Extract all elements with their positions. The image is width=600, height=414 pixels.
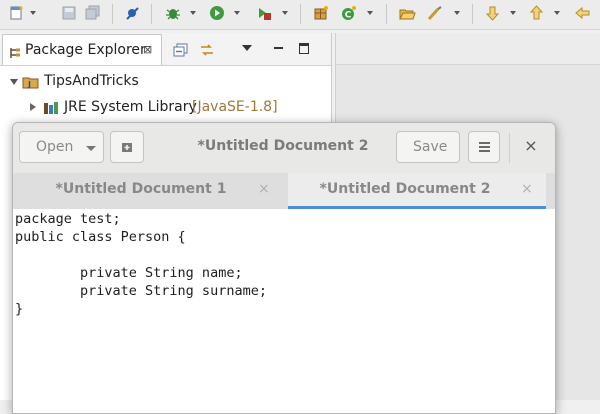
chevron-down-icon[interactable] [234, 11, 240, 15]
skip-breakpoints-icon[interactable] [124, 5, 142, 21]
svg-text:J: J [27, 80, 31, 89]
document-tabbar: *Untitled Document 1 × *Untitled Documen… [13, 173, 555, 210]
java-project-icon: J [22, 74, 40, 94]
previous-annotation-icon[interactable] [528, 5, 546, 21]
close-icon[interactable]: ⊠ [143, 43, 152, 56]
eclipse-toolbar: C [0, 0, 600, 30]
collapsed-twisty-icon[interactable] [30, 103, 36, 111]
close-tab-icon[interactable]: × [258, 181, 270, 197]
minimize-icon[interactable] [274, 47, 283, 49]
chevron-down-icon[interactable] [30, 11, 36, 15]
expand-twisty-icon[interactable] [10, 79, 18, 85]
editor-tabbar [336, 33, 600, 65]
toolbar-separator [472, 4, 473, 24]
chevron-down-icon[interactable] [510, 11, 516, 15]
window-title: *Untitled Document 2 [197, 138, 369, 154]
package-explorer-icon [9, 44, 21, 63]
tab-package-explorer[interactable]: Package Explorer ⊠ [2, 34, 162, 65]
header-separator [509, 133, 510, 163]
tab-document-1[interactable]: *Untitled Document 1 × [13, 173, 285, 209]
toolbar-separator [112, 4, 113, 24]
save-label: Save [413, 139, 448, 155]
tab-label: *Untitled Document 1 [55, 181, 227, 197]
run-icon[interactable] [208, 5, 226, 21]
new-java-package-icon[interactable] [312, 5, 330, 21]
new-tab-button[interactable] [110, 131, 144, 163]
gedit-window: Open *Untitled Document 2 Save × *Untitl… [12, 122, 556, 414]
chevron-down-icon[interactable] [367, 11, 373, 15]
hamburger-icon [479, 142, 490, 152]
close-window-icon[interactable]: × [521, 136, 541, 156]
chevron-down-icon[interactable] [554, 11, 560, 15]
library-icon [42, 100, 60, 120]
open-type-icon[interactable] [398, 5, 416, 21]
new-document-icon [120, 140, 134, 158]
new-wizard-icon[interactable] [8, 5, 26, 21]
package-explorer-tabbar: Package Explorer ⊠ [0, 33, 331, 66]
maximize-icon[interactable] [299, 43, 309, 54]
external-tools-icon[interactable] [254, 5, 272, 21]
debug-icon[interactable] [164, 5, 182, 21]
save-icon[interactable] [60, 5, 78, 21]
next-annotation-icon[interactable] [484, 5, 502, 21]
chevron-down-icon[interactable] [454, 11, 460, 15]
chevron-down-icon[interactable] [282, 11, 288, 15]
text-editor[interactable]: package test; public class Person { priv… [13, 209, 555, 413]
code-line: } [15, 301, 24, 317]
code-line: private String name; [15, 265, 243, 281]
tab-label: *Untitled Document 2 [319, 181, 491, 197]
toolbar-separator [386, 4, 387, 24]
tab-document-2[interactable]: *Untitled Document 2 × [288, 173, 546, 209]
new-class-icon[interactable]: C [340, 5, 358, 21]
back-icon[interactable] [574, 5, 592, 21]
svg-text:C: C [345, 11, 352, 21]
open-button[interactable]: Open [19, 131, 104, 163]
code-line: private String surname; [15, 283, 267, 299]
code-line: public class Person { [15, 229, 186, 245]
chevron-down-icon[interactable] [190, 11, 196, 15]
collapse-all-icon[interactable] [173, 42, 189, 57]
chevron-down-icon [86, 146, 96, 151]
link-with-editor-icon[interactable] [199, 42, 215, 56]
search-icon[interactable] [426, 5, 444, 21]
save-button[interactable]: Save [396, 131, 460, 163]
view-menu-icon[interactable] [242, 45, 252, 51]
open-label: Open [36, 139, 74, 155]
tab-label: Package Explorer [25, 42, 146, 58]
toolbar-separator [300, 4, 301, 24]
toolbar-separator [151, 4, 152, 24]
project-name: TipsAndTricks [44, 73, 139, 89]
hamburger-menu-button[interactable] [468, 131, 500, 163]
header-bar: Open *Untitled Document 2 Save × [13, 123, 555, 174]
code-line: package test; [15, 211, 121, 227]
close-tab-icon[interactable]: × [521, 181, 533, 197]
library-name: JRE System Library [64, 99, 197, 115]
library-version: [JavaSE-1.8] [192, 99, 278, 115]
save-all-icon[interactable] [84, 5, 102, 21]
